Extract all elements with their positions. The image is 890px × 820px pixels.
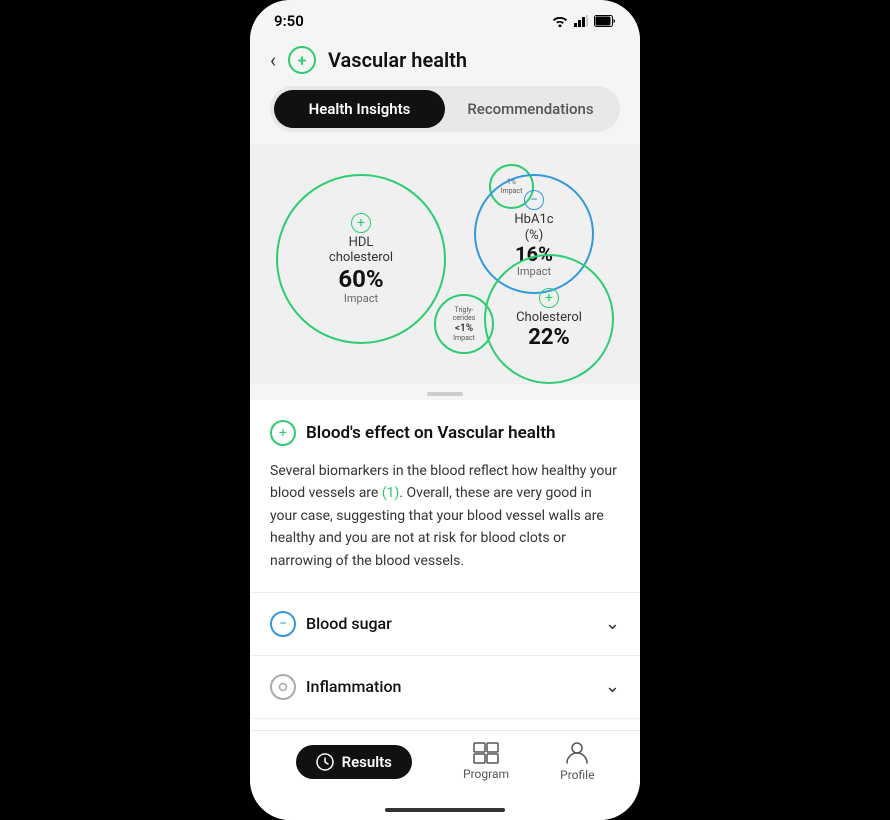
nav-program[interactable]: Program xyxy=(463,742,509,781)
cholesterol-label: Cholesterol xyxy=(516,310,582,326)
program-icon xyxy=(473,742,499,764)
main-section: + Blood's effect on Vascular health Seve… xyxy=(250,400,640,593)
scroll-indicator xyxy=(250,384,640,400)
accordion-blood-sugar[interactable]: − Blood sugar ⌄ xyxy=(250,593,640,656)
hdl-percent: 60% xyxy=(338,266,383,292)
content-body: + Blood's effect on Vascular health Seve… xyxy=(250,400,640,730)
circle-icon xyxy=(278,682,288,692)
battery-icon xyxy=(594,15,616,27)
bubble-chart-area: 1% Impact + HDLcholesterol 60% Impact − … xyxy=(250,144,640,384)
triglycerides-percent: <1% xyxy=(455,323,473,334)
results-label: Results xyxy=(342,753,392,771)
main-section-header: + Blood's effect on Vascular health xyxy=(270,420,620,446)
accordion-inflammation-left: Inflammation xyxy=(270,674,401,700)
cholesterol-percent: 22% xyxy=(528,326,570,350)
header: ‹ + Vascular health xyxy=(250,38,640,86)
main-section-title: Blood's effect on Vascular health xyxy=(306,423,556,443)
wifi-icon xyxy=(552,15,568,27)
blood-sugar-label: Blood sugar xyxy=(306,614,392,633)
bubble-container: 1% Impact + HDLcholesterol 60% Impact − … xyxy=(266,164,624,364)
home-indicator xyxy=(250,802,640,820)
vascular-header-icon: + xyxy=(288,46,316,74)
inflammation-label: Inflammation xyxy=(306,677,401,696)
back-button[interactable]: ‹ xyxy=(270,48,276,72)
program-icon-wrap: Program xyxy=(463,742,509,781)
blood-sugar-chevron: ⌄ xyxy=(605,613,620,634)
bubble-hdl: + HDLcholesterol 60% Impact xyxy=(276,174,446,344)
program-label: Program xyxy=(463,767,509,781)
scroll-dot xyxy=(427,392,463,396)
signal-icon xyxy=(574,15,588,27)
tab-recommendations[interactable]: Recommendations xyxy=(445,90,616,128)
results-icon xyxy=(316,753,334,771)
accordion-blood-sugar-left: − Blood sugar xyxy=(270,611,392,637)
main-section-icon: + xyxy=(270,420,296,446)
status-icons xyxy=(552,15,616,27)
reference-marker: (1) xyxy=(382,485,400,501)
profile-icon-wrap: Profile xyxy=(560,741,594,782)
blood-sugar-icon: − xyxy=(270,611,296,637)
main-section-body: Several biomarkers in the blood reflect … xyxy=(270,460,620,572)
phone-frame: 9:50 ‹ + Vascular health xyxy=(250,0,640,820)
scroll-content[interactable]: 1% Impact + HDLcholesterol 60% Impact − … xyxy=(250,144,640,730)
nav-results[interactable]: Results xyxy=(296,745,412,779)
triglycerides-impact: Impact xyxy=(453,334,475,342)
home-bar xyxy=(385,808,505,812)
hdl-impact: Impact xyxy=(344,292,378,305)
nav-profile[interactable]: Profile xyxy=(560,741,594,782)
hdl-label: HDLcholesterol xyxy=(329,235,393,266)
status-bar: 9:50 xyxy=(250,0,640,38)
page-title: Vascular health xyxy=(328,48,467,72)
profile-label: Profile xyxy=(560,768,594,782)
hba1c-label: HbA1c(%) xyxy=(514,212,553,243)
accordion-lipids[interactable]: + Lipids ⌄ xyxy=(250,719,640,730)
tab-bar: Health Insights Recommendations xyxy=(270,86,620,132)
triglycerides-label: Trigly-cerides xyxy=(453,306,476,323)
bubble-cholesterol: + Cholesterol 22% xyxy=(484,254,614,384)
status-time: 9:50 xyxy=(274,12,304,30)
profile-icon xyxy=(566,741,588,765)
accordion-inflammation[interactable]: Inflammation ⌄ xyxy=(250,656,640,719)
tab-health-insights[interactable]: Health Insights xyxy=(274,90,445,128)
cholesterol-sign: + xyxy=(539,288,559,308)
results-pill: Results xyxy=(296,745,412,779)
inflammation-chevron: ⌄ xyxy=(605,676,620,697)
hdl-sign: + xyxy=(351,213,371,233)
inflammation-icon xyxy=(270,674,296,700)
hba1c-sign: − xyxy=(524,190,544,210)
bottom-nav: Results Program Profil xyxy=(250,730,640,802)
